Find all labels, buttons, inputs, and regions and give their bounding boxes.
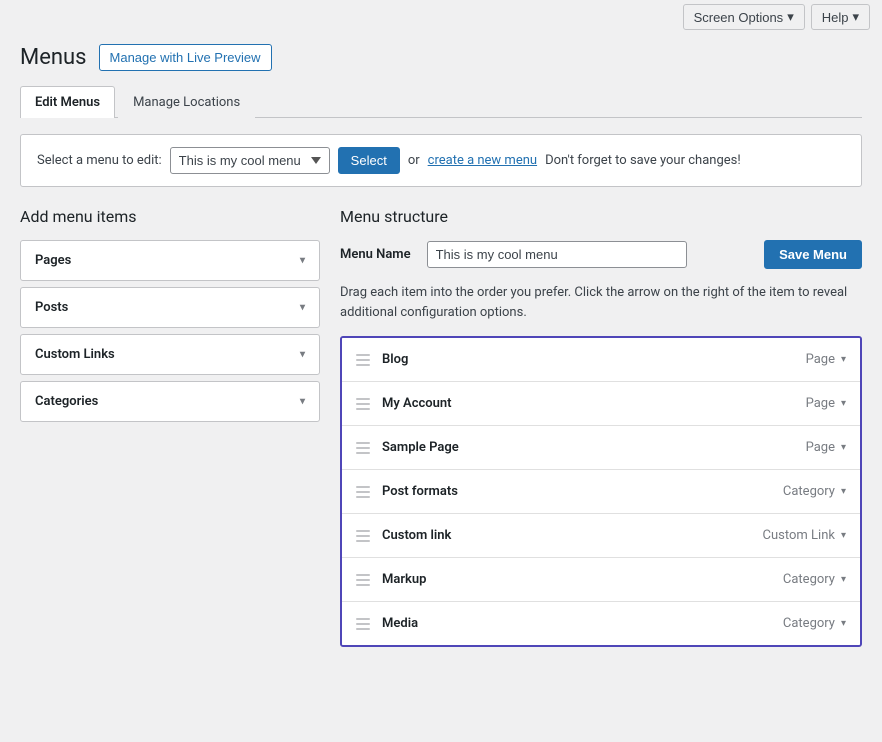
item-type: Category bbox=[783, 616, 835, 631]
item-type: Page bbox=[806, 352, 835, 367]
or-text: or bbox=[408, 153, 420, 168]
top-bar: Screen Options ▾ Help ▾ bbox=[0, 0, 882, 34]
save-menu-button[interactable]: Save Menu bbox=[764, 240, 862, 269]
item-type: Category bbox=[783, 484, 835, 499]
accordion-header-posts[interactable]: Posts ▾ bbox=[21, 288, 319, 327]
right-column: Menu structure Menu Name Save Menu Drag … bbox=[340, 207, 862, 647]
drag-handle-icon bbox=[356, 486, 370, 498]
list-item[interactable]: Post formats Category ▾ bbox=[342, 470, 860, 514]
menu-select[interactable]: This is my cool menu bbox=[170, 147, 330, 174]
drag-handle-icon bbox=[356, 574, 370, 586]
item-right: Category ▾ bbox=[783, 572, 846, 587]
item-name: Sample Page bbox=[382, 440, 459, 455]
accordion-custom-links: Custom Links ▾ bbox=[20, 334, 320, 375]
chevron-down-icon: ▾ bbox=[787, 9, 794, 25]
item-left: Markup bbox=[356, 572, 426, 587]
drag-handle-icon bbox=[356, 618, 370, 630]
chevron-down-icon[interactable]: ▾ bbox=[841, 574, 846, 585]
item-name: Post formats bbox=[382, 484, 458, 499]
left-column: Add menu items Pages ▾ Posts ▾ Custom Li… bbox=[20, 207, 320, 428]
chevron-down-icon[interactable]: ▾ bbox=[841, 486, 846, 497]
drag-handle-icon bbox=[356, 442, 370, 454]
chevron-down-icon: ▾ bbox=[300, 302, 305, 313]
chevron-down-icon: ▾ bbox=[852, 9, 859, 25]
drag-handle-icon bbox=[356, 530, 370, 542]
item-left: Custom link bbox=[356, 528, 451, 543]
accordion-label-pages: Pages bbox=[35, 253, 71, 268]
item-left: Sample Page bbox=[356, 440, 459, 455]
item-right: Category ▾ bbox=[783, 484, 846, 499]
item-name: Markup bbox=[382, 572, 426, 587]
list-item[interactable]: Media Category ▾ bbox=[342, 602, 860, 645]
item-left: Media bbox=[356, 616, 418, 631]
item-name: Custom link bbox=[382, 528, 451, 543]
live-preview-button[interactable]: Manage with Live Preview bbox=[99, 44, 272, 71]
accordion-pages: Pages ▾ bbox=[20, 240, 320, 281]
item-name: Blog bbox=[382, 352, 408, 367]
chevron-down-icon: ▾ bbox=[300, 349, 305, 360]
accordion-header-pages[interactable]: Pages ▾ bbox=[21, 241, 319, 280]
item-type: Custom Link bbox=[763, 528, 835, 543]
drag-handle-icon bbox=[356, 354, 370, 366]
screen-options-label: Screen Options bbox=[694, 10, 784, 25]
main-content: Add menu items Pages ▾ Posts ▾ Custom Li… bbox=[20, 207, 862, 647]
select-bar-label: Select a menu to edit: bbox=[37, 153, 162, 168]
page-header: Menus Manage with Live Preview bbox=[20, 44, 862, 71]
page-wrap: Menus Manage with Live Preview Edit Menu… bbox=[0, 34, 882, 667]
accordion-label-posts: Posts bbox=[35, 300, 68, 315]
add-menu-items-title: Add menu items bbox=[20, 207, 320, 226]
item-name: Media bbox=[382, 616, 418, 631]
list-item[interactable]: Sample Page Page ▾ bbox=[342, 426, 860, 470]
tabs-bar: Edit Menus Manage Locations bbox=[20, 85, 862, 118]
item-type: Page bbox=[806, 396, 835, 411]
item-right: Page ▾ bbox=[806, 440, 846, 455]
item-right: Custom Link ▾ bbox=[763, 528, 846, 543]
menu-name-row: Menu Name Save Menu bbox=[340, 240, 862, 269]
item-right: Page ▾ bbox=[806, 396, 846, 411]
list-item[interactable]: My Account Page ▾ bbox=[342, 382, 860, 426]
chevron-down-icon[interactable]: ▾ bbox=[841, 398, 846, 409]
tab-edit-menus[interactable]: Edit Menus bbox=[20, 86, 115, 118]
accordion-label-categories: Categories bbox=[35, 394, 98, 409]
page-title: Menus bbox=[20, 45, 87, 70]
create-new-menu-link[interactable]: create a new menu bbox=[428, 153, 537, 168]
list-item[interactable]: Custom link Custom Link ▾ bbox=[342, 514, 860, 558]
select-bar: Select a menu to edit: This is my cool m… bbox=[20, 134, 862, 187]
drag-handle-icon bbox=[356, 398, 370, 410]
tab-manage-locations[interactable]: Manage Locations bbox=[118, 86, 255, 118]
menu-name-input[interactable] bbox=[427, 241, 687, 268]
item-right: Page ▾ bbox=[806, 352, 846, 367]
accordion-label-custom-links: Custom Links bbox=[35, 347, 115, 362]
item-type: Category bbox=[783, 572, 835, 587]
help-button[interactable]: Help ▾ bbox=[811, 4, 870, 30]
item-left: Post formats bbox=[356, 484, 458, 499]
chevron-down-icon[interactable]: ▾ bbox=[841, 530, 846, 541]
list-item[interactable]: Markup Category ▾ bbox=[342, 558, 860, 602]
item-left: My Account bbox=[356, 396, 452, 411]
accordion-header-custom-links[interactable]: Custom Links ▾ bbox=[21, 335, 319, 374]
screen-options-button[interactable]: Screen Options ▾ bbox=[683, 4, 805, 30]
item-name: My Account bbox=[382, 396, 452, 411]
list-item[interactable]: Blog Page ▾ bbox=[342, 338, 860, 382]
chevron-down-icon[interactable]: ▾ bbox=[841, 442, 846, 453]
help-label: Help bbox=[822, 10, 849, 25]
item-right: Category ▾ bbox=[783, 616, 846, 631]
drag-hint: Drag each item into the order you prefer… bbox=[340, 283, 862, 322]
chevron-down-icon[interactable]: ▾ bbox=[841, 618, 846, 629]
menu-structure-title: Menu structure bbox=[340, 207, 862, 226]
item-type: Page bbox=[806, 440, 835, 455]
chevron-down-icon[interactable]: ▾ bbox=[841, 354, 846, 365]
accordion-posts: Posts ▾ bbox=[20, 287, 320, 328]
menu-name-label: Menu Name bbox=[340, 247, 411, 262]
menu-name-group: Menu Name bbox=[340, 241, 687, 268]
item-left: Blog bbox=[356, 352, 408, 367]
save-hint: Don't forget to save your changes! bbox=[545, 153, 741, 168]
select-button[interactable]: Select bbox=[338, 147, 400, 174]
accordion-categories: Categories ▾ bbox=[20, 381, 320, 422]
menu-list: Blog Page ▾ My Account bbox=[340, 336, 862, 647]
accordion-header-categories[interactable]: Categories ▾ bbox=[21, 382, 319, 421]
chevron-down-icon: ▾ bbox=[300, 396, 305, 407]
chevron-down-icon: ▾ bbox=[300, 255, 305, 266]
